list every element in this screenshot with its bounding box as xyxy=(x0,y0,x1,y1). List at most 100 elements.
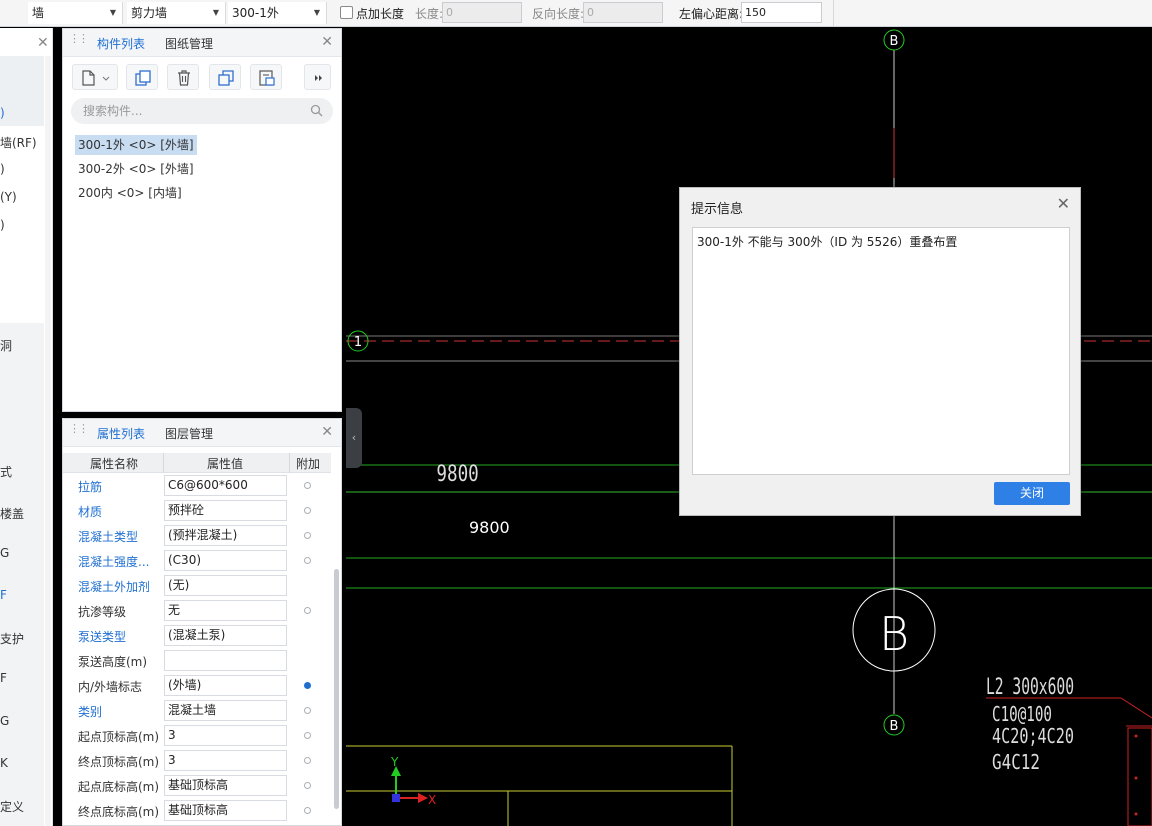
new-file-icon xyxy=(82,70,110,86)
panel-collapse-handle[interactable]: ‹ xyxy=(346,408,362,468)
wall-type-select-value: 剪力墙 xyxy=(131,6,168,20)
close-icon[interactable]: ✕ xyxy=(37,35,49,51)
copy-to-floor-button[interactable] xyxy=(209,64,241,90)
axis-label-b-bottom: B xyxy=(890,719,899,734)
left-nav-item[interactable]: ) xyxy=(0,106,5,120)
toolbar-divider xyxy=(833,0,834,27)
more-actions-button[interactable] xyxy=(304,64,331,90)
dialog-message-box: 300-1外 不能与 300外（ID 为 5526）重叠布置 xyxy=(692,227,1070,475)
axis-label-1: 1 xyxy=(354,335,362,350)
column-header-name: 属性名称 xyxy=(90,457,139,471)
property-value-input[interactable]: 预拌砼 xyxy=(164,500,287,521)
property-extra-radio[interactable] xyxy=(304,607,311,614)
property-value-input[interactable]: 3 xyxy=(164,725,287,746)
component-select[interactable]: 300-1外 ▼ xyxy=(228,2,327,24)
left-nav-item[interactable]: 洞 xyxy=(0,337,12,354)
property-extra-radio[interactable] xyxy=(304,557,311,564)
property-row: 泵送类型 (混凝土泵) xyxy=(63,623,331,648)
property-name: 混凝土外加剂 xyxy=(78,580,151,594)
close-icon[interactable]: ✕ xyxy=(321,34,333,50)
property-extra-radio[interactable] xyxy=(304,707,311,714)
property-extra-radio[interactable] xyxy=(304,782,311,789)
left-nav-item[interactable]: G xyxy=(0,546,9,560)
wall-type-select[interactable]: 剪力墙 ▼ xyxy=(127,2,226,24)
dialog-message: 300-1外 不能与 300外（ID 为 5526）重叠布置 xyxy=(697,235,958,249)
close-icon[interactable]: ✕ xyxy=(1057,194,1070,213)
close-icon[interactable]: ✕ xyxy=(321,424,333,440)
left-nav-item[interactable]: F xyxy=(0,671,7,685)
property-name: 拉筋 xyxy=(78,480,103,494)
property-extra-radio[interactable] xyxy=(304,732,311,739)
tab-drawing-management[interactable]: 图纸管理 xyxy=(165,35,213,52)
component-list-item[interactable]: 300-1外 <0> [外墙] xyxy=(75,135,197,155)
property-value-input[interactable]: C6@600*600 xyxy=(164,475,287,496)
property-extra-radio[interactable] xyxy=(304,682,311,689)
left-nav-item[interactable]: F xyxy=(0,588,7,602)
left-nav-item[interactable]: (Y) xyxy=(0,190,17,204)
left-nav-item[interactable]: ) xyxy=(0,162,5,176)
property-value-input[interactable] xyxy=(164,650,287,671)
property-extra-radio[interactable] xyxy=(304,532,311,539)
property-value-input[interactable]: (预拌混凝土) xyxy=(164,525,287,546)
property-extra-radio[interactable] xyxy=(304,482,311,489)
property-value-input[interactable]: (C30) xyxy=(164,550,287,571)
copy-icon xyxy=(135,70,151,86)
component-list-item[interactable]: 200内 <0> [内墙] xyxy=(75,183,185,203)
left-nav-item[interactable]: 式 xyxy=(0,463,12,480)
property-name: 起点顶标高(m) xyxy=(78,730,160,744)
left-nav-scrollbar[interactable] xyxy=(45,56,51,826)
rebar-dot xyxy=(1134,812,1138,816)
property-row: 混凝土类型 (预拌混凝土) xyxy=(63,523,331,548)
property-value-input[interactable]: (无) xyxy=(164,575,287,596)
property-row: 混凝土外加剂 (无) xyxy=(63,573,331,598)
dimension-cad-text: 9800 xyxy=(436,461,478,486)
property-value-input[interactable]: 基础顶标高 xyxy=(164,775,287,796)
search-placeholder: 搜索构件... xyxy=(83,104,143,118)
left-nav-item[interactable]: 支护 xyxy=(0,630,24,647)
property-value-input[interactable]: (混凝土泵) xyxy=(164,625,287,646)
copy-component-button[interactable] xyxy=(126,64,158,90)
component-search-input[interactable]: 搜索构件... xyxy=(71,98,333,124)
component-panel-header: ⋮⋮ 构件列表 图纸管理 ✕ xyxy=(63,29,341,57)
drag-handle-icon[interactable]: ⋮⋮ xyxy=(69,33,89,44)
property-value-input[interactable]: (外墙) xyxy=(164,675,287,696)
column-header-value: 属性值 xyxy=(207,457,244,471)
left-nav-item[interactable]: ) xyxy=(0,218,5,232)
property-value-input[interactable]: 3 xyxy=(164,750,287,771)
tab-layer-management[interactable]: 图层管理 xyxy=(165,425,213,442)
property-value-input[interactable]: 混凝土墙 xyxy=(164,700,287,721)
drag-handle-icon[interactable]: ⋮⋮ xyxy=(69,423,89,434)
left-nav-item[interactable]: 定义 xyxy=(0,798,24,815)
left-offset-input[interactable]: 150 xyxy=(741,2,822,23)
length-input[interactable]: 0 xyxy=(442,2,522,23)
dialog-close-button[interactable]: 关闭 xyxy=(994,482,1070,505)
property-extra-radio[interactable] xyxy=(304,807,311,814)
component-list-item[interactable]: 300-2外 <0> [外墙] xyxy=(75,159,197,179)
rebar-dot xyxy=(1134,734,1138,738)
left-nav-item[interactable]: 楼盖 xyxy=(0,505,24,522)
category-select[interactable]: 墙 ▼ xyxy=(28,2,123,24)
search-icon[interactable] xyxy=(310,104,323,117)
property-extra-radio[interactable] xyxy=(304,757,311,764)
left-nav-item[interactable]: K xyxy=(0,756,8,770)
length-label: 长度: xyxy=(415,7,444,21)
left-nav-group xyxy=(0,323,44,826)
left-nav-item[interactable]: G xyxy=(0,714,9,728)
property-value-input[interactable]: 基础顶标高 xyxy=(164,800,287,821)
add-length-label: 点加长度 xyxy=(356,7,405,21)
column-divider xyxy=(289,453,290,473)
property-value-input[interactable]: 无 xyxy=(164,600,287,621)
left-nav-item[interactable]: 墙(RF) xyxy=(0,134,37,151)
add-length-checkbox[interactable] xyxy=(340,6,353,19)
tab-property-list[interactable]: 属性列表 xyxy=(97,425,145,442)
reverse-length-input[interactable]: 0 xyxy=(583,2,663,23)
left-nav-panel: ✕ ) 墙(RF) ) (Y) ) 洞 式 楼盖 G F 支护 F G K 定义 xyxy=(0,28,53,826)
property-row: 泵送高度(m) xyxy=(63,648,331,673)
rebar-dot xyxy=(1134,776,1138,780)
new-component-button[interactable] xyxy=(72,64,118,90)
import-component-button[interactable] xyxy=(250,64,282,90)
delete-component-button[interactable] xyxy=(167,64,199,90)
tab-component-list[interactable]: 构件列表 xyxy=(97,35,145,52)
property-extra-radio[interactable] xyxy=(304,507,311,514)
property-scrollbar[interactable] xyxy=(334,569,339,809)
